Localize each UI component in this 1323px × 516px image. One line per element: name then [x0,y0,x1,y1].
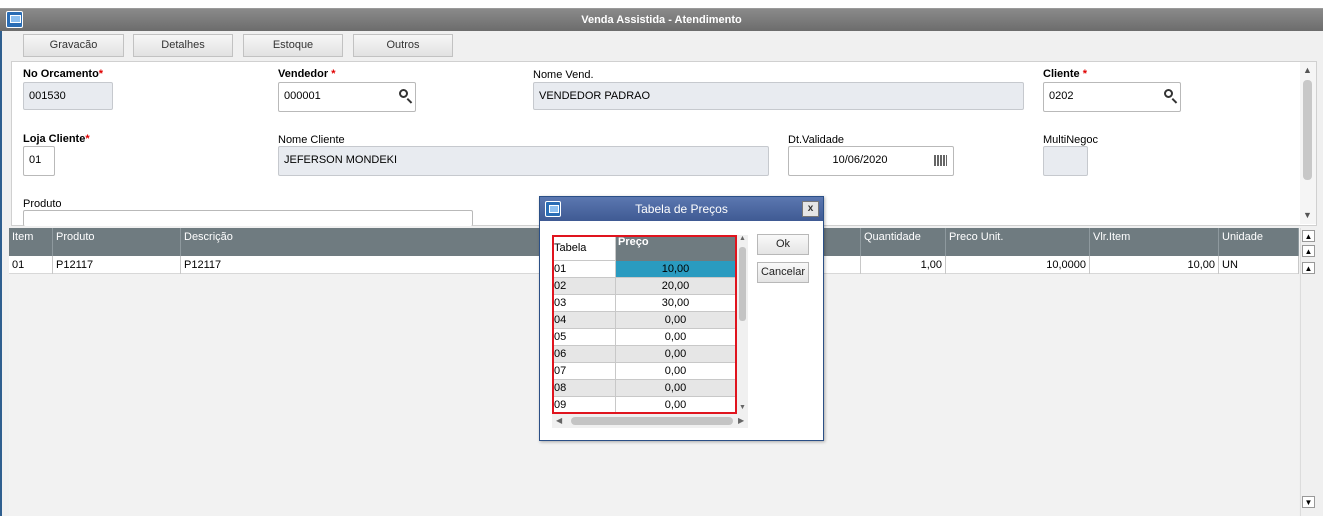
col-tabela[interactable]: Tabela [554,237,616,261]
window-icon [6,11,23,28]
tabela-cell: 04 [554,312,616,328]
price-table: Tabela Preço 01 10,00 02 20,00 03 30,00 04 0… [552,235,737,414]
tabela-cell: 02 [554,278,616,294]
scroll-down-icon[interactable]: ▼ [1302,496,1315,508]
dt-validade-value: 10/06/2020 [832,154,888,166]
col-quantidade[interactable]: Quantidade [861,228,946,256]
price-row[interactable]: 08 0,00 [554,380,735,397]
price-table-header: Tabela Preço [554,237,735,261]
nome-vend-label: Nome Vend. [533,69,594,81]
top-border [0,0,1323,9]
price-table-vscroll[interactable]: ▲ ▼ [737,235,748,414]
price-row[interactable]: 03 30,00 [554,295,735,312]
cell-item: 01 [9,256,53,274]
ok-button[interactable]: Ok [757,234,809,255]
tabela-cell: 06 [554,346,616,362]
cancel-button[interactable]: Cancelar [757,262,809,283]
scroll-up-icon[interactable]: ▲ [1303,65,1312,75]
dt-validade-label: Dt.Validade [788,134,845,146]
scroll-up-icon[interactable]: ▲ [1302,262,1315,274]
estoque-button[interactable]: Estoque [243,34,343,57]
preco-cell: 20,00 [661,280,690,292]
price-row[interactable]: 02 20,00 [554,278,735,295]
scroll-top-icon[interactable]: ▲ [1302,230,1315,242]
tabela-cell: 03 [554,295,616,311]
search-icon[interactable] [1164,89,1173,98]
preco-cell: 0,00 [664,348,687,360]
cell-produto: P12117 [53,256,181,274]
scroll-thumb[interactable] [1303,80,1312,180]
search-icon[interactable] [399,89,408,98]
tabela-cell: 05 [554,329,616,345]
col-preco[interactable]: Preço [616,237,735,261]
no-orcamento-field[interactable]: 001530 [23,82,113,110]
loja-cliente-label: Loja Cliente* [23,133,90,145]
tabela-cell: 07 [554,363,616,379]
price-table-dialog: Tabela de Preços x Tabela Preço 01 10,00 … [539,196,824,441]
price-row[interactable]: 07 0,00 [554,363,735,380]
scroll-thumb[interactable] [571,417,733,425]
scroll-right-icon[interactable]: ▶ [738,416,744,425]
tabela-cell: 09 [554,397,616,412]
scroll-down-icon[interactable]: ▼ [739,404,746,411]
tabela-cell: 01 [554,261,616,277]
form-scrollbar[interactable]: ▲ ▼ [1300,62,1316,224]
col-vlr-item[interactable]: Vlr.Item [1090,228,1219,256]
dt-validade-field[interactable]: 10/06/2020 [788,146,954,176]
scroll-up-icon[interactable]: ▲ [739,235,746,242]
cliente-field[interactable]: 0202 [1043,82,1181,112]
price-row[interactable]: 04 0,00 [554,312,735,329]
cell-unidade: UN [1219,256,1299,274]
scroll-left-icon[interactable]: ◀ [556,416,562,425]
preco-cell: 0,00 [664,331,687,343]
tabela-cell: 08 [554,380,616,396]
window-title: Venda Assistida - Atendimento [0,9,1323,31]
no-orcamento-label: No Orcamento* [23,68,104,80]
preco-cell: 0,00 [664,314,687,326]
price-row[interactable]: 05 0,00 [554,329,735,346]
price-table-hscroll[interactable]: ◀ ▶ [552,414,748,428]
price-row[interactable]: 06 0,00 [554,346,735,363]
col-item[interactable]: Item [9,228,53,256]
window-icon [545,201,561,217]
multinegoc-label: MultiNegoc [1043,134,1099,146]
vendedor-label: Vendedor * [278,68,336,80]
nome-vend-field[interactable]: VENDEDOR PADRAO [533,82,1024,110]
scroll-page-up-icon[interactable]: ▲ [1302,245,1315,257]
price-row[interactable]: 09 0,00 [554,397,735,412]
close-button[interactable]: x [802,201,819,217]
scroll-down-icon[interactable]: ▼ [1303,210,1312,220]
preco-cell: 0,00 [664,382,687,394]
nome-cliente-label: Nome Cliente [278,134,345,146]
produto-label: Produto [23,198,62,210]
scroll-thumb[interactable] [739,247,746,321]
col-produto[interactable]: Produto [53,228,181,256]
cell-quantidade: 1,00 [861,256,946,274]
cell-preco-unit: 10,0000 [946,256,1090,274]
nome-cliente-field[interactable]: JEFERSON MONDEKI [278,146,769,176]
detalhes-button[interactable]: Detalhes [133,34,233,57]
multinegoc-field[interactable] [1043,146,1088,176]
gravacao-button[interactable]: Gravacão [23,34,124,57]
vendedor-value: 000001 [284,90,321,102]
loja-cliente-field[interactable]: 01 [23,146,55,176]
preco-cell: 0,00 [664,365,687,377]
calendar-icon[interactable] [934,155,947,166]
dialog-title: Tabela de Preços [540,197,823,221]
preco-cell: 10,00 [616,261,735,277]
cliente-value: 0202 [1049,90,1074,102]
outros-button[interactable]: Outros [353,34,453,57]
grid-scrollbar[interactable]: ▲ ▲ ▲ ▼ [1300,228,1316,516]
cliente-label: Cliente * [1043,68,1088,80]
preco-cell: 30,00 [661,297,690,309]
price-row[interactable]: 01 10,00 [554,261,735,278]
left-edge [0,31,2,516]
vendedor-field[interactable]: 000001 [278,82,416,112]
col-unidade[interactable]: Unidade [1219,228,1299,256]
col-preco-unit[interactable]: Preco Unit. [946,228,1090,256]
produto-field[interactable] [23,210,473,226]
preco-cell: 0,00 [664,399,687,411]
cell-vlr-item: 10,00 [1090,256,1219,274]
